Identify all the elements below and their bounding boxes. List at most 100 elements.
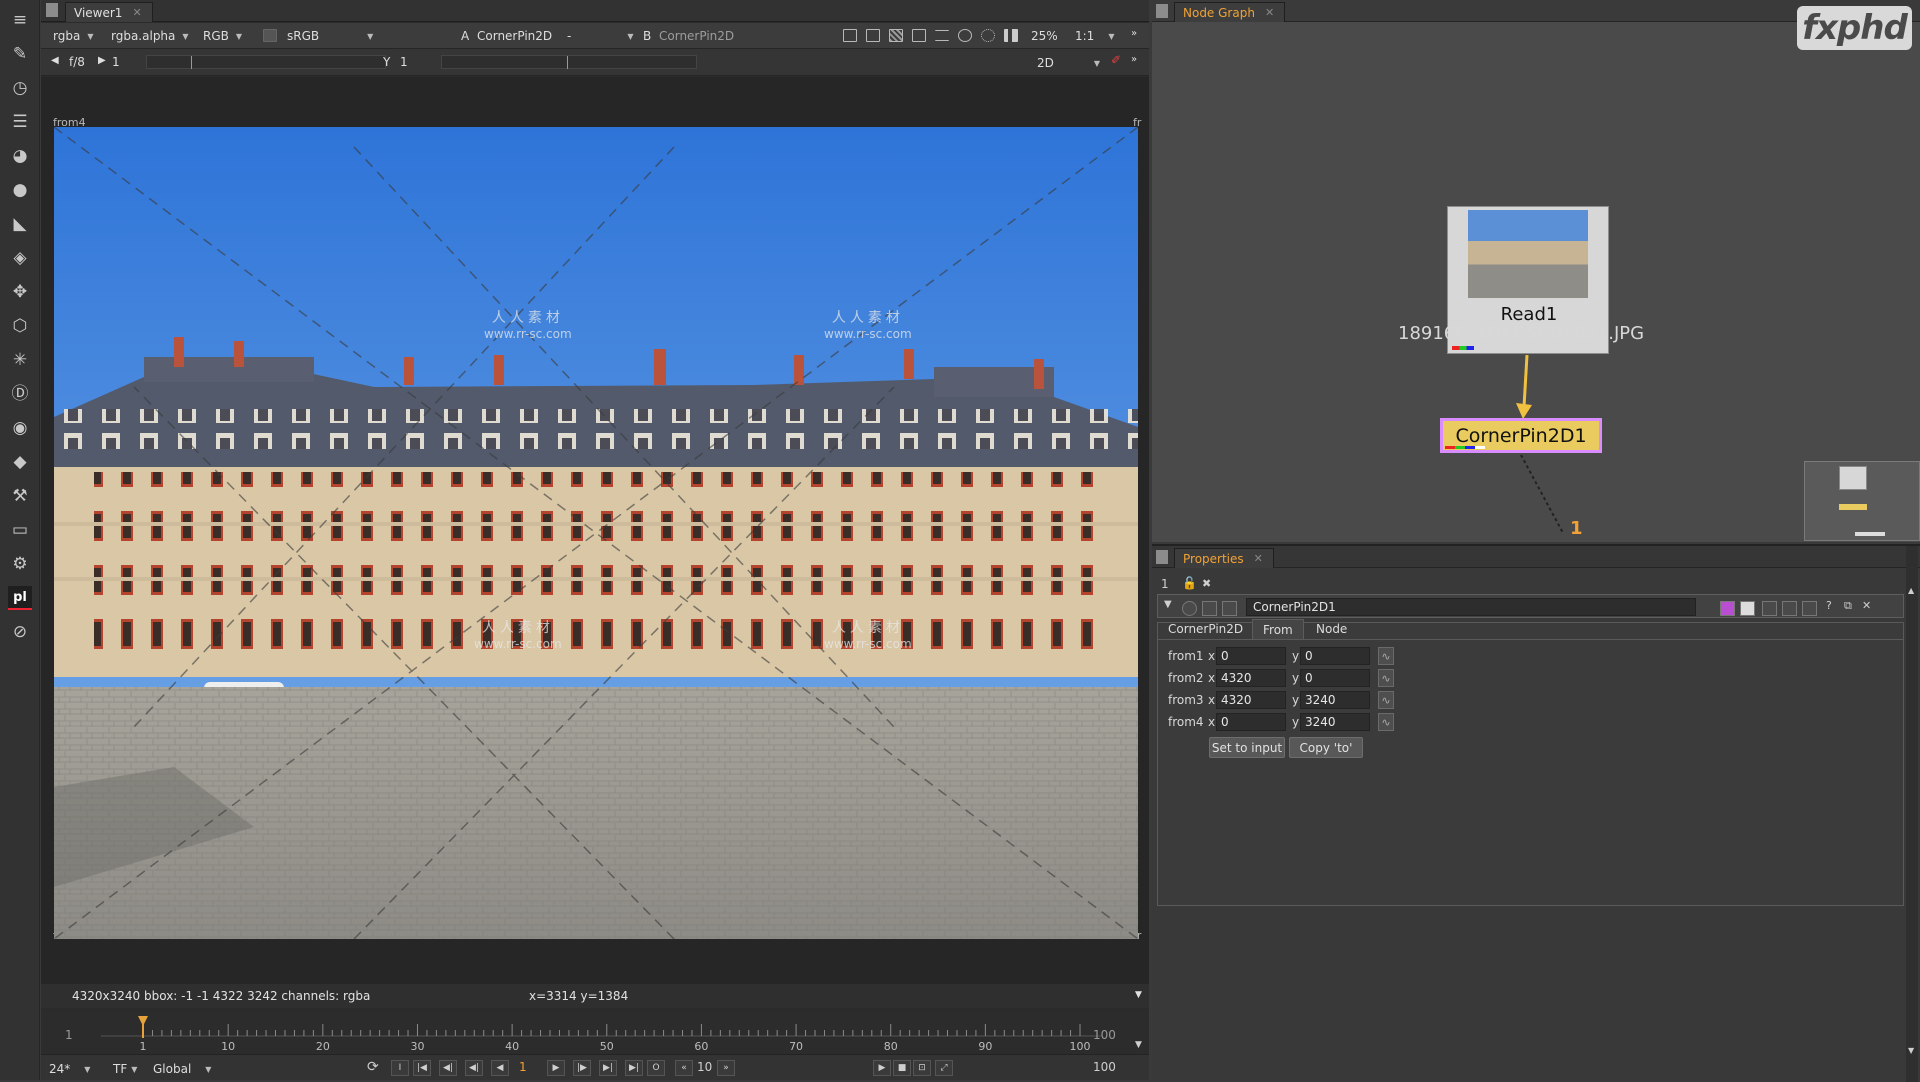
- plugin-icon[interactable]: pl: [8, 586, 32, 610]
- node-graph-panel[interactable]: Node Graph ✕ fxphd Read1 189166_1OKDSC01…: [1152, 0, 1920, 542]
- chevron-down-icon[interactable]: ▼: [1135, 1040, 1142, 1050]
- alpha-dropdown[interactable]: rgba.alpha ▼: [111, 27, 189, 45]
- tab-node-graph[interactable]: Node Graph ✕: [1174, 2, 1286, 22]
- collapse-icon[interactable]: ▼: [1164, 599, 1172, 610]
- loop-icon[interactable]: ⟳: [367, 1059, 379, 1075]
- undo-icon[interactable]: [1762, 601, 1777, 616]
- timeline-end[interactable]: 100: [1093, 1028, 1116, 1042]
- furnace-icon[interactable]: ⚙: [8, 552, 32, 576]
- list-icon[interactable]: ☰: [8, 110, 32, 134]
- tab-cornerpin2d[interactable]: CornerPin2D: [1158, 619, 1253, 639]
- lines-icon[interactable]: [935, 30, 949, 41]
- animation-icon[interactable]: ∿: [1378, 669, 1394, 687]
- gamma-value[interactable]: 1: [400, 55, 408, 69]
- tab-from[interactable]: From: [1252, 619, 1304, 639]
- filter-icon[interactable]: ◣: [8, 212, 32, 236]
- set-to-input-button[interactable]: Set to input: [1209, 737, 1285, 758]
- input-op-dropdown[interactable]: - ▼: [567, 27, 634, 45]
- output-pipe[interactable]: [1517, 455, 1577, 540]
- paint-icon[interactable]: ✐: [1111, 53, 1121, 67]
- copy-to-button[interactable]: Copy 'to': [1289, 737, 1363, 758]
- skip-forward-button[interactable]: »: [717, 1060, 735, 1076]
- zoom-dropdown[interactable]: 25%: [1031, 27, 1058, 45]
- animation-icon[interactable]: ∿: [1378, 713, 1394, 731]
- viewer-canvas[interactable]: from4 fr from1 fr: [41, 77, 1149, 984]
- scroll-up-icon[interactable]: ▲: [1908, 586, 1914, 595]
- help-icon[interactable]: ?: [1826, 599, 1832, 612]
- connection-arrow[interactable]: [1512, 355, 1542, 421]
- play-left-icon[interactable]: ◀: [51, 55, 59, 66]
- nuke-icon[interactable]: ⊘: [8, 620, 32, 644]
- deep-icon[interactable]: Ⓓ: [8, 382, 32, 406]
- view-icon[interactable]: ◉: [8, 416, 32, 440]
- gain-slider-handle[interactable]: [191, 56, 192, 69]
- close-icon[interactable]: ✕: [132, 6, 141, 19]
- play-button[interactable]: ▶: [547, 1060, 565, 1076]
- prev-key-button[interactable]: ◀|: [439, 1060, 457, 1076]
- cornerpin-node[interactable]: CornerPin2D1: [1440, 418, 1602, 453]
- render-button[interactable]: ■: [893, 1060, 911, 1076]
- gamma-slider-handle[interactable]: [567, 56, 568, 69]
- menu-icon[interactable]: ≡: [8, 8, 32, 32]
- gl-color-icon[interactable]: [1740, 601, 1755, 616]
- panel-menu-icon[interactable]: [1156, 4, 1168, 18]
- checker-icon[interactable]: [889, 29, 903, 42]
- fps-dropdown[interactable]: 24* ▼: [49, 1060, 90, 1078]
- from2-x-input[interactable]: 4320: [1216, 669, 1286, 687]
- from1-y-input[interactable]: 0: [1300, 647, 1370, 665]
- lock-icon[interactable]: 🔓: [1182, 576, 1197, 590]
- gain-value[interactable]: 1: [112, 55, 120, 69]
- particle-icon[interactable]: ✳: [8, 348, 32, 372]
- 3d-icon[interactable]: ⬡: [8, 314, 32, 338]
- node-graph-minimap[interactable]: [1804, 461, 1920, 541]
- other-icon[interactable]: ▭: [8, 518, 32, 542]
- pause-icon[interactable]: [1004, 29, 1018, 42]
- lock-button[interactable]: ⊡: [913, 1060, 931, 1076]
- from3-x-input[interactable]: 4320: [1216, 691, 1286, 709]
- channels-dropdown[interactable]: rgba ▼: [53, 27, 93, 45]
- in-point-button[interactable]: I: [391, 1060, 409, 1076]
- panel-menu-icon[interactable]: [1156, 550, 1168, 564]
- safe-area-icon[interactable]: [866, 29, 880, 42]
- node-name-field[interactable]: CornerPin2D1: [1246, 598, 1696, 616]
- close-icon[interactable]: ✕: [1254, 552, 1263, 565]
- frame-increment[interactable]: 10: [697, 1060, 712, 1074]
- input-icon[interactable]: [1202, 601, 1217, 616]
- from4-y-input[interactable]: 3240: [1300, 713, 1370, 731]
- view-mode-dropdown[interactable]: 2D ▼: [1037, 54, 1100, 72]
- from4-x-input[interactable]: 0: [1216, 713, 1286, 731]
- gamma-slider[interactable]: [441, 55, 697, 69]
- out-point-button[interactable]: O: [647, 1060, 665, 1076]
- input-b-dropdown[interactable]: CornerPin2D: [659, 27, 734, 45]
- ratio-dropdown[interactable]: 1:1 ▼: [1075, 27, 1114, 45]
- metadata-icon[interactable]: ◆: [8, 450, 32, 474]
- expand-icon[interactable]: »: [1131, 54, 1137, 65]
- gizmo-icon[interactable]: [1222, 601, 1237, 616]
- lut-dropdown[interactable]: sRGB ▼: [287, 27, 373, 45]
- tab-properties[interactable]: Properties ✕: [1174, 548, 1274, 568]
- clock-icon[interactable]: ◷: [8, 76, 32, 100]
- redo-icon[interactable]: [1782, 601, 1797, 616]
- float-icon[interactable]: ⧉: [1844, 599, 1852, 613]
- last-frame-button[interactable]: ▶|: [625, 1060, 643, 1076]
- scroll-down-icon[interactable]: ▼: [1908, 1046, 1914, 1055]
- current-frame[interactable]: 1: [519, 1060, 527, 1074]
- play-back-button[interactable]: ◀: [491, 1060, 509, 1076]
- skip-back-button[interactable]: «: [675, 1060, 693, 1076]
- timeline[interactable]: 1 1 10 20 30 40 50 60 70 80 90 100 100 ▼: [41, 1010, 1149, 1054]
- first-frame-button[interactable]: |◀: [413, 1060, 431, 1076]
- expand-icon[interactable]: »: [1131, 28, 1137, 39]
- refresh-icon[interactable]: [958, 29, 972, 42]
- display-channel-dropdown[interactable]: RGB ▼: [203, 27, 242, 45]
- flipbook-button[interactable]: ▶: [873, 1060, 891, 1076]
- scrollbar[interactable]: ▲ ▼: [1906, 546, 1918, 1082]
- tf-dropdown[interactable]: TF ▼: [113, 1060, 137, 1078]
- scope-dropdown[interactable]: Global ▼: [153, 1060, 211, 1078]
- gain-slider[interactable]: [146, 55, 386, 69]
- panel-menu-icon[interactable]: [46, 3, 58, 17]
- transform-icon[interactable]: ✥: [8, 280, 32, 304]
- channel-icon[interactable]: ◈: [8, 246, 32, 270]
- next-key-button[interactable]: ▶|: [599, 1060, 617, 1076]
- timeline-ruler[interactable]: 1 10 20 30 40 50 60 70 80 90 100: [101, 1010, 1101, 1054]
- close-icon[interactable]: ✕: [1265, 6, 1274, 19]
